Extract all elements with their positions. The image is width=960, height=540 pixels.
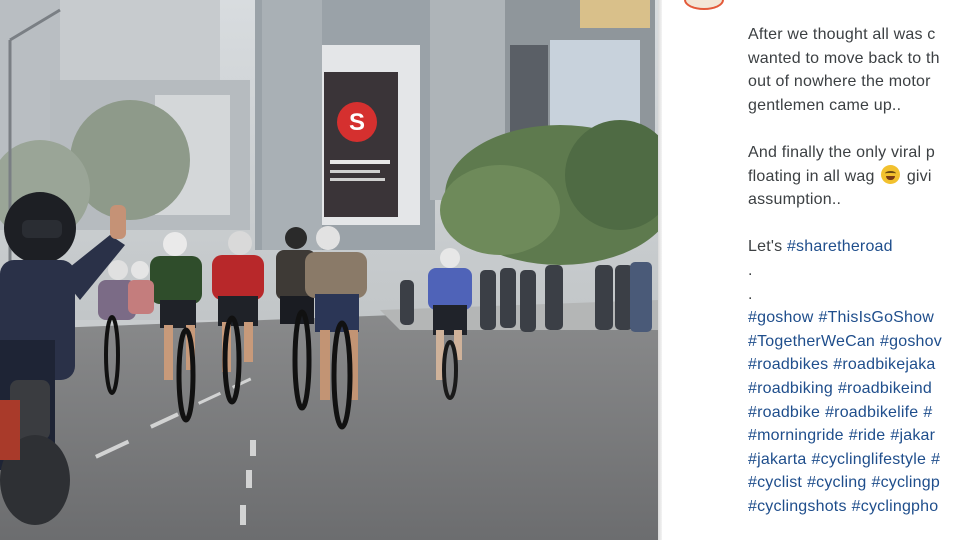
- hashtag-link[interactable]: #jakar: [890, 427, 935, 444]
- cyclists-street-photo: S: [0, 0, 658, 540]
- caption-line: And finally the only viral p: [748, 143, 936, 161]
- caption-text: After we thought all was c wanted to mov…: [748, 23, 960, 518]
- post-photo[interactable]: S: [0, 0, 658, 540]
- hashtag-row: #cyclingshots #cyclingpho: [748, 495, 960, 519]
- hashtag-row: #jakarta #cyclinglifestyle #: [748, 448, 960, 472]
- caption-fragment: Let's: [748, 238, 787, 256]
- hashtag-link[interactable]: #goshow: [748, 309, 813, 326]
- hashtag-link[interactable]: #roadbikejaka: [833, 356, 935, 373]
- hashtag-row: #TogetherWeCan #goshov: [748, 330, 960, 354]
- hashtag-link[interactable]: #sharetheroad: [787, 238, 893, 255]
- hashtag-list: #goshow #ThisIsGoShow #TogetherWeCan #gosho…: [748, 306, 960, 518]
- hashtag-link[interactable]: #morningride: [748, 427, 844, 444]
- hashtag-row: #roadbikes #roadbikejaka: [748, 353, 960, 377]
- caption-line: out of nowhere the motor: [748, 73, 931, 91]
- hashtag-link[interactable]: #cyclingp: [871, 474, 940, 491]
- caption-fragment: floating in all wag: [748, 167, 880, 185]
- hashtag-link[interactable]: #cyclingshots: [748, 498, 847, 515]
- caption-dot: .: [748, 285, 753, 303]
- hashtag-row: #cyclist #cycling #cyclingp: [748, 471, 960, 495]
- caption-panel: After we thought all was c wanted to mov…: [662, 0, 960, 540]
- hashtag-link[interactable]: #ride: [849, 427, 886, 444]
- hashtag-link[interactable]: #roadbikelife: [825, 404, 918, 421]
- hashtag-link[interactable]: #TogetherWeCan: [748, 333, 875, 350]
- svg-text:S: S: [349, 109, 365, 136]
- hashtag-row: #morningride #ride #jakar: [748, 424, 960, 448]
- caption-line: Let's #sharetheroad: [748, 235, 960, 259]
- hashtag-link[interactable]: #jakarta: [748, 451, 807, 468]
- caption-dot: .: [748, 261, 753, 279]
- hashtag-row: #roadbiking #roadbikeind: [748, 377, 960, 401]
- hashtag-link[interactable]: #cycling: [807, 474, 866, 491]
- hashtag-link[interactable]: #roadbiking: [748, 380, 833, 397]
- caption-line: After we thought all was c: [748, 26, 936, 43]
- grinning-sweat-emoji-icon: [881, 164, 901, 184]
- hashtag-link[interactable]: #: [931, 451, 940, 468]
- caption-gap: [748, 117, 960, 141]
- hashtag-link[interactable]: #cyclist: [748, 474, 802, 491]
- hashtag-link[interactable]: #goshov: [880, 333, 942, 350]
- caption-line: floating in all wag givi: [748, 164, 960, 189]
- caption-gap: [748, 212, 960, 236]
- caption-line: assumption..: [748, 191, 842, 209]
- hashtag-link[interactable]: #: [923, 404, 932, 421]
- caption-line: wanted to move back to th: [748, 49, 940, 67]
- hashtag-row: #roadbike #roadbikelife #: [748, 401, 960, 425]
- hashtag-link[interactable]: #cyclingpho: [852, 498, 939, 515]
- hashtag-link[interactable]: #roadbikeind: [838, 380, 932, 397]
- caption-fragment: givi: [902, 167, 932, 185]
- hashtag-link[interactable]: #cyclinglifestyle: [812, 451, 927, 468]
- hashtag-link[interactable]: #roadbikes: [748, 356, 828, 373]
- hashtag-row: #goshow #ThisIsGoShow: [748, 306, 960, 330]
- avatar[interactable]: [684, 0, 724, 10]
- caption-line: gentlemen came up..: [748, 96, 902, 114]
- hashtag-link[interactable]: #roadbike: [748, 404, 820, 421]
- hashtag-link[interactable]: #ThisIsGoShow: [818, 309, 934, 326]
